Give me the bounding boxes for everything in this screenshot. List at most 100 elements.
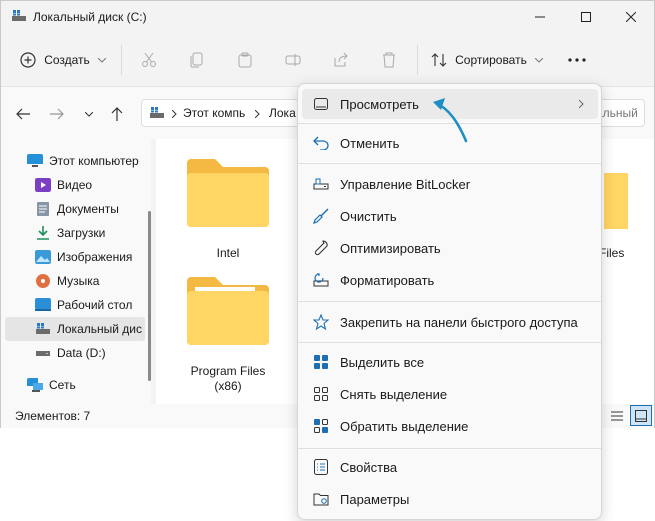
cut-button[interactable] xyxy=(135,43,163,77)
window-title: Локальный диск (C:) xyxy=(33,10,147,24)
maximize-button[interactable] xyxy=(563,1,609,33)
menu-item-pin-quick-access[interactable]: Закрепить на панели быстрого доступа xyxy=(302,307,598,337)
wrench-icon xyxy=(312,239,330,257)
up-button[interactable] xyxy=(105,103,129,125)
sidebar-item-label: Этот компьютер xyxy=(49,154,139,168)
menu-item-bitlocker[interactable]: Управление BitLocker xyxy=(302,169,598,199)
folder-label: Intel xyxy=(216,246,240,260)
sidebar-item-this-pc[interactable]: Этот компьютер xyxy=(27,149,169,173)
sidebar-item-label: Рабочий стол xyxy=(57,298,133,312)
sidebar-item-label: Загрузки xyxy=(57,226,106,240)
menu-item-undo[interactable]: Отменить xyxy=(302,128,598,158)
toolbar-divider xyxy=(417,45,418,75)
menu-item-label: Очистить xyxy=(340,208,397,224)
navigation-pane: Этот компьютер Видео Документы Загрузки … xyxy=(1,139,151,404)
invert-selection-icon xyxy=(312,417,330,435)
sidebar-item-local-disk[interactable]: Локальный дис xyxy=(5,317,145,341)
recent-locations-button[interactable] xyxy=(77,103,101,125)
sidebar-item-label: Музыка xyxy=(57,274,100,288)
properties-icon xyxy=(312,458,330,476)
select-all-icon xyxy=(312,353,330,371)
breadcrumb-local-disk[interactable]: Лока xyxy=(269,106,296,120)
documents-icon xyxy=(37,202,49,216)
plus-circle-icon xyxy=(20,52,36,68)
network-icon xyxy=(27,378,43,392)
pictures-icon xyxy=(35,250,51,264)
menu-item-options[interactable]: Параметры xyxy=(302,484,598,514)
copy-button[interactable] xyxy=(183,43,211,77)
menu-item-view[interactable]: Просмотреть xyxy=(302,89,598,119)
folder-item[interactable]: Program Files (x86) xyxy=(178,275,278,394)
breadcrumb-this-pc[interactable]: Этот компь xyxy=(183,106,245,120)
list-view-icon xyxy=(611,411,623,421)
arrow-up-icon xyxy=(111,107,123,121)
more-options-button[interactable] xyxy=(561,43,593,77)
star-icon xyxy=(312,313,330,331)
arrow-right-icon xyxy=(50,108,64,120)
sidebar-item-label: Data (D:) xyxy=(57,346,106,360)
drive-icon xyxy=(36,351,50,356)
items-count: Элементов: 7 xyxy=(15,409,91,423)
menu-item-label: Отменить xyxy=(340,135,400,151)
navigation-scrollbar[interactable] xyxy=(148,211,151,381)
title-bar: Локальный диск (C:) xyxy=(1,1,654,33)
chevron-down-icon xyxy=(534,57,543,63)
search-placeholder: альный xyxy=(596,106,638,120)
menu-item-properties[interactable]: Свойства xyxy=(302,452,598,482)
sidebar-item-label: Документы xyxy=(57,202,119,216)
forward-button[interactable] xyxy=(45,103,69,125)
drive-c-icon xyxy=(36,323,50,334)
menu-item-select-none[interactable]: Снять выделение xyxy=(302,379,598,409)
computer-icon xyxy=(150,107,164,118)
menu-item-cleanup[interactable]: Очистить xyxy=(302,201,598,231)
toolbar-divider xyxy=(121,45,122,75)
sort-button[interactable]: Сортировать xyxy=(429,43,545,77)
view-icon xyxy=(312,95,330,113)
paste-button[interactable] xyxy=(231,43,259,77)
menu-item-select-all[interactable]: Выделить все xyxy=(302,347,598,377)
details-view-button[interactable] xyxy=(607,406,627,426)
menu-item-invert-selection[interactable]: Обратить выделение xyxy=(302,411,598,441)
folder-icon xyxy=(187,277,269,345)
clipboard-icon xyxy=(238,52,252,68)
menu-item-label: Просмотреть xyxy=(340,96,419,112)
back-button[interactable] xyxy=(11,103,35,125)
close-icon xyxy=(626,12,636,22)
menu-separator xyxy=(298,301,601,302)
chevron-right-icon xyxy=(172,110,177,118)
menu-item-label: Управление BitLocker xyxy=(340,176,471,192)
minimize-icon xyxy=(535,16,545,18)
chevron-right-icon xyxy=(579,100,584,108)
menu-item-format[interactable]: Форматировать xyxy=(302,265,598,295)
more-icon xyxy=(568,58,586,62)
undo-icon xyxy=(312,134,330,152)
folder-item[interactable] xyxy=(602,169,628,229)
sidebar-item-label: Локальный дис xyxy=(57,322,142,336)
tiles-view-button[interactable] xyxy=(630,405,652,426)
create-button[interactable]: Создать xyxy=(15,43,111,77)
rename-icon xyxy=(285,54,301,66)
menu-separator xyxy=(298,342,601,343)
menu-separator xyxy=(298,163,601,164)
share-button[interactable] xyxy=(327,43,355,77)
sort-icon xyxy=(431,53,447,67)
rename-button[interactable] xyxy=(279,43,307,77)
menu-item-label: Выделить все xyxy=(340,354,425,370)
close-button[interactable] xyxy=(608,1,654,33)
monitor-icon xyxy=(27,154,43,167)
menu-item-optimize[interactable]: Оптимизировать xyxy=(302,233,598,263)
delete-button[interactable] xyxy=(375,43,403,77)
tiles-view-icon xyxy=(635,409,647,422)
folder-item[interactable]: Intel xyxy=(178,157,278,261)
arrow-left-icon xyxy=(16,108,30,120)
menu-separator xyxy=(298,123,601,124)
folder-label: Program Files (x86) xyxy=(190,364,266,393)
menu-item-label: Форматировать xyxy=(340,272,435,288)
share-icon xyxy=(334,52,348,67)
sort-label: Сортировать xyxy=(455,53,527,67)
trash-icon xyxy=(383,52,395,68)
chevron-down-icon xyxy=(85,111,93,117)
scissors-icon xyxy=(142,52,156,67)
minimize-button[interactable] xyxy=(517,1,563,33)
bitlocker-icon xyxy=(312,175,330,193)
